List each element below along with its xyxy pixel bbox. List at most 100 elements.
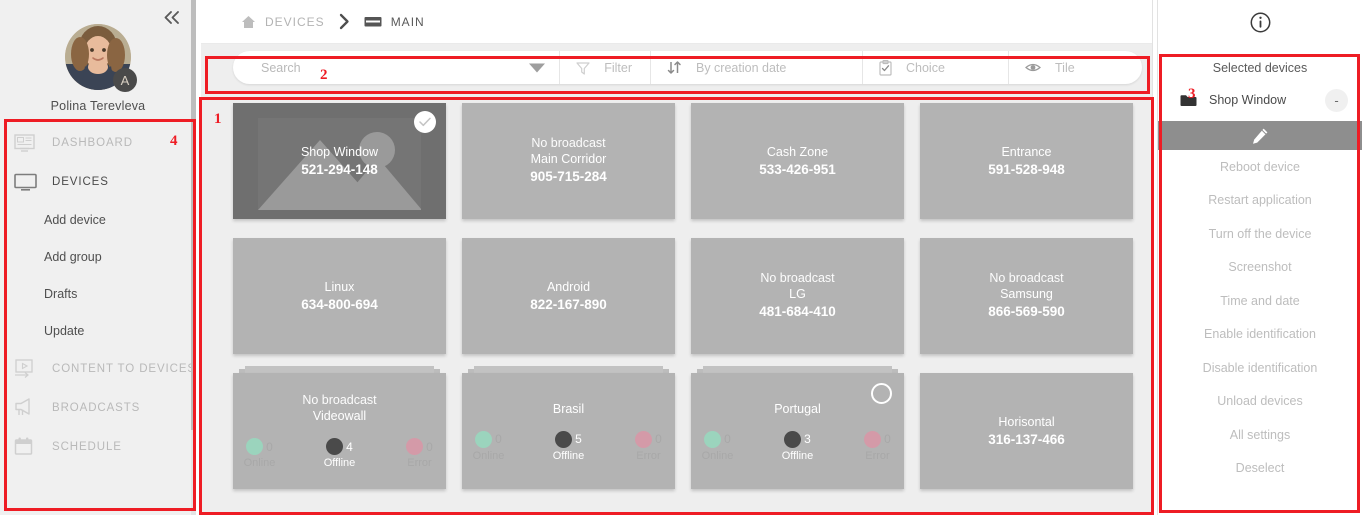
device-tile-cash-zone[interactable]: Cash Zone 533-426-951: [691, 103, 904, 219]
stat-error: 0 Error: [849, 430, 905, 462]
stat-label: Error: [636, 449, 661, 462]
stat-value: 0: [724, 432, 731, 446]
edit-button[interactable]: [1158, 121, 1362, 150]
content-player-icon: [14, 359, 40, 379]
action-restart-application[interactable]: Restart application: [1158, 184, 1362, 218]
stat-online: 0 Online: [233, 438, 289, 469]
action-turn-off-the-device[interactable]: Turn off the device: [1158, 217, 1362, 251]
group-cell: Brasil 0 Online 5 Offline 0 Error: [462, 366, 675, 501]
stat-value: 0: [426, 439, 433, 454]
group-cell: No broadcast Videowall 0 Online 4 Offlin…: [233, 366, 446, 501]
sort-button[interactable]: By creation date: [650, 51, 862, 84]
device-cell: Android 822-167-890: [462, 231, 675, 366]
stat-label: Offline: [552, 449, 585, 462]
stat-value: 0: [495, 432, 502, 446]
action-unload-devices[interactable]: Unload devices: [1158, 385, 1362, 419]
view-mode-button[interactable]: Tile: [1008, 51, 1142, 84]
stat-label: Online: [472, 449, 505, 462]
sidebar-nav: DASHBOARD DEVICES Add device Add group D…: [0, 123, 196, 466]
right-panel: Selected devices Shop Window - Reboot de…: [1158, 0, 1362, 515]
device-tile-samsung[interactable]: No broadcast Samsung 866-569-590: [920, 238, 1133, 354]
action-reboot-device[interactable]: Reboot device: [1158, 150, 1362, 184]
chevron-double-left-icon: [164, 10, 179, 24]
action-time-and-date[interactable]: Time and date: [1158, 284, 1362, 318]
action-all-settings[interactable]: All settings: [1158, 418, 1362, 452]
funnel-icon: [576, 61, 590, 75]
sidebar-item-label: BROADCASTS: [52, 401, 141, 414]
stat-value: 5: [575, 432, 582, 446]
toolbar: Filter By creation date: [233, 51, 1142, 84]
device-cell: Shop Window 521-294-148: [233, 96, 446, 231]
search-field[interactable]: [233, 51, 559, 84]
sidebar-collapse-icon[interactable]: [158, 4, 184, 30]
sidebar-item-add-group[interactable]: Add group: [0, 238, 196, 275]
group-tile-videowall[interactable]: No broadcast Videowall 0 Online 4 Offlin…: [233, 373, 446, 489]
remove-selected-button[interactable]: -: [1325, 88, 1348, 112]
group-tile-portugal[interactable]: Portugal 0 Online 3 Offline 0 Error: [691, 373, 904, 489]
breadcrumb-devices[interactable]: DEVICES: [241, 15, 325, 29]
group-name: Portugal: [774, 401, 821, 416]
group-stack-layer: [474, 366, 663, 373]
sidebar-scrollbar-thumb[interactable]: [191, 0, 196, 430]
action-deselect[interactable]: Deselect: [1158, 452, 1362, 486]
info-button[interactable]: [1158, 0, 1362, 45]
device-tile-entrance[interactable]: Entrance 591-528-948: [920, 103, 1133, 219]
device-name: Entrance: [1001, 144, 1052, 159]
device-code: 533-426-951: [759, 161, 836, 177]
group-stats: 0 Online 3 Offline 0 Error: [691, 430, 905, 462]
stat-online: 0 Online: [462, 430, 518, 462]
clipboard-check-icon: [879, 59, 892, 76]
device-name: LG: [789, 287, 806, 301]
device-tile-lg[interactable]: No broadcast LG 481-684-410: [691, 238, 904, 354]
caret-down-icon[interactable]: [529, 63, 546, 72]
online-dot-icon: [246, 438, 264, 455]
error-dot-icon: [864, 430, 882, 448]
device-code: 822-167-890: [530, 296, 607, 312]
device-tile-linux[interactable]: Linux 634-800-694: [233, 238, 446, 354]
avatar-wrap[interactable]: A: [65, 24, 137, 92]
group-tile-brasil[interactable]: Brasil 0 Online 5 Offline 0 Error: [462, 373, 675, 489]
sidebar-scrollbar[interactable]: [191, 0, 196, 515]
device-cell: Cash Zone 533-426-951: [691, 96, 904, 231]
sidebar-item-dashboard[interactable]: DASHBOARD: [0, 123, 196, 162]
sidebar-item-content-to-devices[interactable]: CONTENT TO DEVICES: [0, 349, 196, 388]
device-tile-horisontal[interactable]: Horisontal 316-137-466: [920, 373, 1133, 489]
stat-offline: 3 Offline: [769, 430, 827, 462]
action-screenshot[interactable]: Screenshot: [1158, 251, 1362, 285]
stat-value: 0: [655, 432, 662, 446]
choice-label: Choice: [906, 60, 945, 75]
sidebar-item-devices[interactable]: DEVICES: [0, 162, 196, 201]
offline-dot-icon: [555, 430, 573, 448]
sidebar-item-drafts[interactable]: Drafts: [0, 275, 196, 312]
sidebar-item-add-device[interactable]: Add device: [0, 201, 196, 238]
device-tile-main-corridor[interactable]: No broadcast Main Corridor 905-715-284: [462, 103, 675, 219]
home-icon: [241, 15, 256, 29]
action-enable-identification[interactable]: Enable identification: [1158, 318, 1362, 352]
device-name: Main Corridor: [530, 152, 607, 166]
device-status: No broadcast: [989, 271, 1064, 285]
app-root: A Polina Terevleva DASHBOARD DEVICES Add…: [0, 0, 1362, 515]
select-checkbox-icon[interactable]: [871, 383, 892, 404]
filter-button[interactable]: Filter: [559, 51, 650, 84]
sidebar-item-update[interactable]: Update: [0, 312, 196, 349]
stat-offline: 5 Offline: [540, 430, 598, 462]
breadcrumb-main[interactable]: MAIN: [364, 15, 425, 29]
choice-button[interactable]: Choice: [862, 51, 1008, 84]
selected-check-icon[interactable]: [414, 111, 436, 133]
offline-dot-icon: [326, 438, 344, 455]
sidebar-item-schedule[interactable]: SCHEDULE: [0, 427, 196, 466]
device-tile-android[interactable]: Android 822-167-890: [462, 238, 675, 354]
device-cell: Horisontal 316-137-466: [920, 366, 1133, 501]
device-tile-shop-window[interactable]: Shop Window 521-294-148: [233, 103, 446, 219]
selected-device-row[interactable]: Shop Window -: [1158, 79, 1362, 121]
search-input[interactable]: [259, 59, 518, 76]
device-name: Android: [546, 279, 591, 294]
device-cell: No broadcast Samsung 866-569-590: [920, 231, 1133, 366]
breadcrumb: DEVICES MAIN: [201, 0, 1152, 44]
sidebar-item-broadcasts[interactable]: BROADCASTS: [0, 388, 196, 427]
stat-label: Online: [701, 449, 734, 462]
sort-arrows-icon: [667, 60, 682, 75]
device-cell: No broadcast Main Corridor 905-715-284: [462, 96, 675, 231]
sidebar-item-label: SCHEDULE: [52, 440, 122, 453]
action-disable-identification[interactable]: Disable identification: [1158, 351, 1362, 385]
